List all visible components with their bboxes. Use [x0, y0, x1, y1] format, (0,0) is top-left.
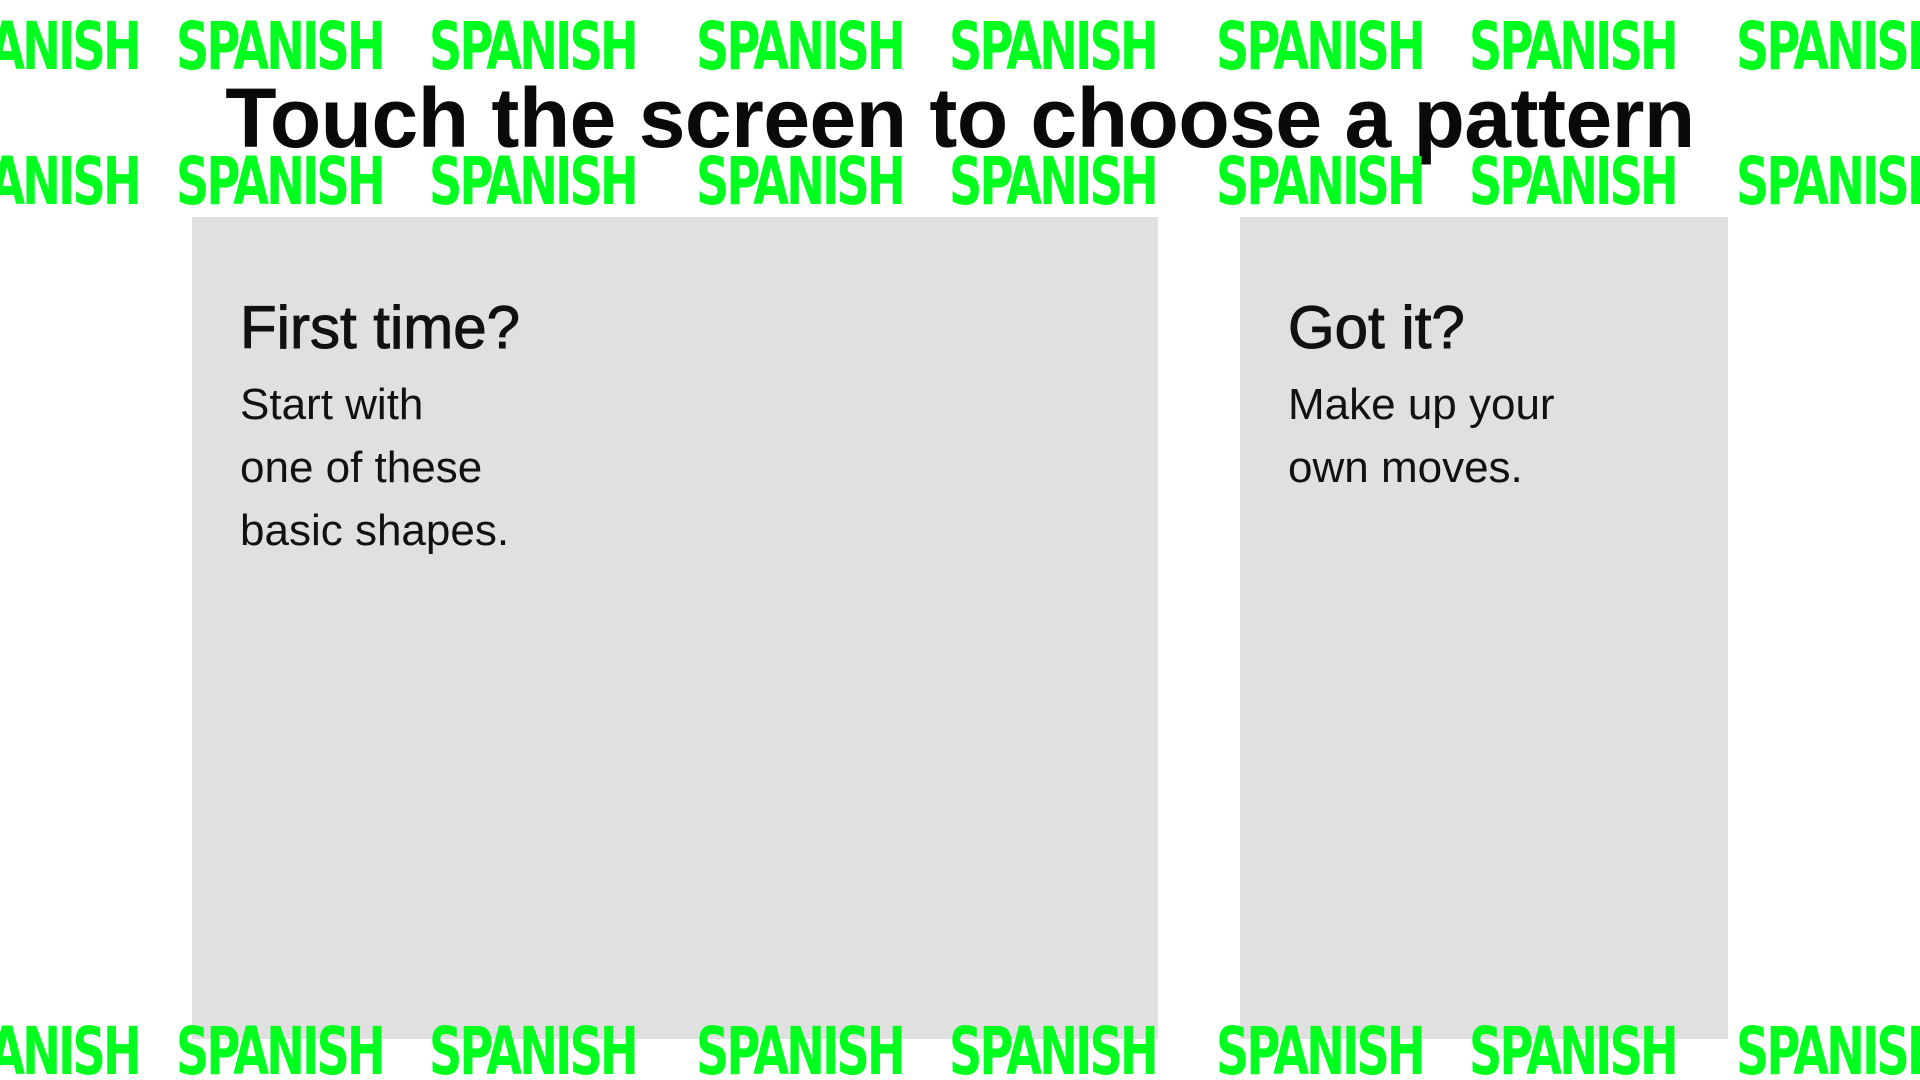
card-body: Start with one of these basic shapes. [240, 380, 510, 555]
card-body: Make up your own moves. [1288, 380, 1555, 492]
banner-word: SPANISH [1736, 152, 1920, 212]
banner-word: SPANISH [1216, 152, 1426, 212]
banner-word: SPANISH [0, 1022, 142, 1080]
first-time-card[interactable]: First time? Start with one of these basi… [192, 217, 1158, 1039]
card-heading: Got it? [1288, 294, 1466, 362]
banner-word: SPANISH [949, 1022, 1159, 1080]
banner-word: SPANISH [1736, 1022, 1920, 1080]
banner-word: SPANISH [696, 17, 906, 77]
banner-word: SPANISH [949, 17, 1159, 77]
banner-word: SPANISH [429, 152, 639, 212]
card-heading: First time? [239, 294, 521, 362]
banner-word: SPANISH [429, 17, 639, 77]
banner-word: SPANISH [1216, 1022, 1426, 1080]
banner-row-middle: SPANISH SPANISH SPANISH SPANISH SPANISH … [0, 152, 1920, 212]
banner-word: SPANISH [176, 17, 386, 77]
banner-word: SPANISH [1469, 17, 1679, 77]
banner-word: SPANISH [429, 1022, 639, 1080]
banner-word: SPANISH [696, 1022, 906, 1080]
banner-word: SPANISH [1216, 17, 1426, 77]
banner-word: SPANISH [1469, 1022, 1679, 1080]
banner-word: SPANISH [1736, 17, 1920, 77]
banner-word: SPANISH [696, 152, 906, 212]
got-it-card[interactable]: Got it? Make up your own moves. [1240, 217, 1728, 1039]
banner-word: SPANISH [176, 152, 386, 212]
banner-word: SPANISH [0, 152, 142, 212]
banner-word: SPANISH [1469, 152, 1679, 212]
banner-word: SPANISH [0, 17, 142, 77]
banner-row-bottom: SPANISH SPANISH SPANISH SPANISH SPANISH … [0, 1022, 1920, 1080]
banner-word: SPANISH [949, 152, 1159, 212]
banner-row-top: SPANISH SPANISH SPANISH SPANISH SPANISH … [0, 17, 1920, 77]
banner-word: SPANISH [176, 1022, 386, 1080]
